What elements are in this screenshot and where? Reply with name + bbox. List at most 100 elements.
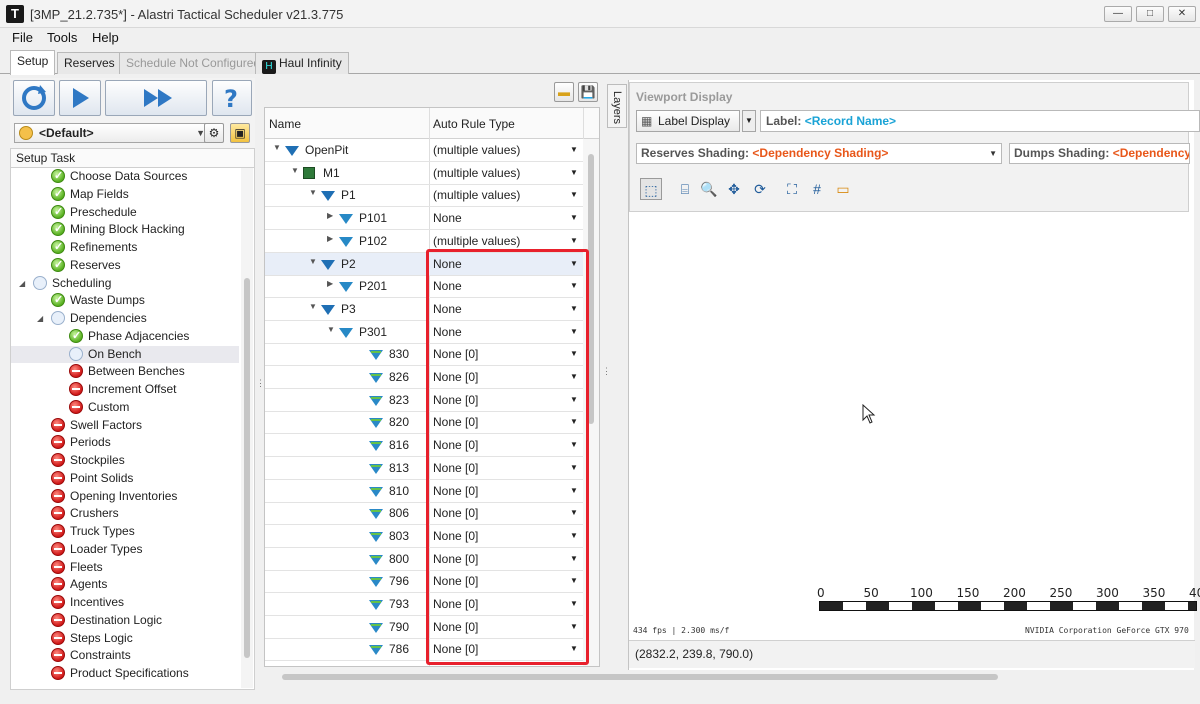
collapse-icon[interactable]: ▼ [309,188,317,197]
grid-row[interactable]: 823 None [0] ▼ [265,389,583,412]
auto-rule-cell[interactable]: None [0] [433,415,478,429]
layers-tab[interactable]: Layers [607,84,627,128]
run-all-button[interactable] [105,80,207,116]
chevron-down-icon[interactable]: ▼ [570,486,578,495]
task-item[interactable]: Opening Inventories [11,488,239,505]
grid-row[interactable]: ▶ P101 None ▼ [265,207,583,231]
task-item[interactable]: Point Solids [11,470,239,487]
notes-button[interactable]: ▣ [230,123,250,143]
task-item[interactable]: Swell Factors [11,417,239,434]
collapse-icon[interactable]: ▼ [291,166,299,175]
auto-rule-cell[interactable]: None [0] [433,484,478,498]
task-item[interactable]: Choose Data Sources [11,168,239,185]
expand-icon[interactable]: ▶ [327,211,333,220]
task-item[interactable]: Loader Types [11,541,239,558]
collapse-icon[interactable]: ▼ [327,325,335,334]
chevron-down-icon[interactable]: ▼ [570,576,578,585]
auto-rule-cell[interactable]: None [0] [433,461,478,475]
expand-icon[interactable]: ▶ [327,234,333,243]
chevron-down-icon[interactable]: ▼ [570,531,578,540]
grid-row[interactable]: 826 None [0] ▼ [265,366,583,389]
menu-help[interactable]: Help [92,30,119,45]
run-button[interactable] [59,80,101,116]
tab-reserves[interactable]: Reserves [57,52,122,74]
auto-rule-cell[interactable]: None [433,279,462,293]
pan-tool-button[interactable]: ✥ [723,178,745,200]
grid-row[interactable]: 816 None [0] ▼ [265,434,583,458]
auto-rule-cell[interactable]: None [0] [433,597,478,611]
chevron-down-icon[interactable]: ▼ [570,599,578,608]
open-folder-button[interactable]: ▬ [554,82,574,102]
grid-row[interactable]: 830 None [0] ▼ [265,343,583,367]
task-item[interactable]: Constraints [11,647,239,664]
auto-rule-cell[interactable]: None [0] [433,552,478,566]
tab-setup[interactable]: Setup [10,50,56,75]
task-item[interactable]: Custom [11,399,239,416]
grid-row[interactable]: ▼ OpenPit (multiple values) ▼ [265,139,583,162]
scrollbar-thumb[interactable] [244,278,250,658]
grid-row[interactable]: 786 None [0] ▼ [265,638,583,662]
grid-row[interactable]: 796 None [0] ▼ [265,570,583,594]
horizontal-scrollbar[interactable] [264,669,1190,685]
settings-button[interactable]: ⚙ [204,123,224,143]
task-item[interactable]: Steps Logic [11,630,239,647]
auto-rule-cell[interactable]: None [0] [433,642,478,656]
auto-rule-cell[interactable]: (multiple values) [433,234,520,248]
grid-row[interactable]: ▶ P102 (multiple values) ▼ [265,230,583,253]
auto-rule-cell[interactable]: None [0] [433,529,478,543]
task-item[interactable]: Crushers [11,505,239,522]
grid-row[interactable]: ▼ M1 (multiple values) ▼ [265,162,583,185]
chevron-down-icon[interactable]: ▼ [570,259,578,268]
chevron-down-icon[interactable]: ▼ [570,508,578,517]
chevron-down-icon[interactable]: ▼ [570,644,578,653]
grid-row[interactable]: ▼ P3 None ▼ [265,298,583,321]
auto-rule-cell[interactable]: None [433,257,462,271]
task-item[interactable]: ◢ Dependencies [11,310,239,327]
grid-row[interactable]: ▼ P2 None ▼ [265,252,583,276]
expand-icon[interactable]: ▶ [327,279,333,288]
refresh-button[interactable] [13,80,55,116]
collapse-icon[interactable]: ▼ [309,302,317,311]
select-tool-button[interactable]: ⬚ [640,178,662,200]
close-button[interactable]: ✕ [1168,6,1196,22]
grid-row[interactable]: 793 None [0] ▼ [265,593,583,616]
grid-row[interactable]: ▶ P201 None ▼ [265,275,583,299]
task-item[interactable]: Reserves [11,257,239,274]
column-header-auto-rule-type[interactable]: Auto Rule Type [433,117,515,131]
task-item[interactable]: On Bench [11,345,239,363]
task-item[interactable]: Refinements [11,239,239,256]
task-item[interactable]: Phase Adjacencies [11,328,239,345]
auto-rule-cell[interactable]: None [0] [433,574,478,588]
task-item[interactable]: ◢ Scheduling [11,275,239,292]
task-item[interactable]: Mining Block Hacking [11,221,239,238]
task-item[interactable]: Product Specifications [11,665,239,682]
task-item[interactable]: Preschedule [11,204,239,221]
reserves-shading-select[interactable]: Reserves Shading: <Dependency Shading> ▼ [636,143,1002,164]
chevron-down-icon[interactable]: ▼ [570,622,578,631]
task-item[interactable]: Destination Logic [11,612,239,629]
minimize-button[interactable]: — [1104,6,1132,22]
task-item[interactable]: Increment Offset [11,381,239,398]
auto-rule-cell[interactable]: None [433,211,462,225]
auto-rule-cell[interactable]: None [433,302,462,316]
chevron-down-icon[interactable]: ▼ [570,145,578,154]
auto-rule-cell[interactable]: None [0] [433,506,478,520]
grid-row[interactable]: 806 None [0] ▼ [265,502,583,526]
task-item[interactable]: Incentives [11,594,239,611]
grid-row[interactable]: ▼ P1 (multiple values) ▼ [265,184,583,208]
label-field[interactable]: Label: <Record Name> [760,110,1200,132]
chevron-down-icon[interactable]: ▼ [570,554,578,563]
tab-haul-infinity[interactable]: H Haul Infinity [255,52,349,74]
chevron-down-icon[interactable]: ▼ [570,304,578,313]
auto-rule-cell[interactable]: (multiple values) [433,188,520,202]
task-item[interactable]: Map Fields [11,186,239,203]
grid-row[interactable]: 813 None [0] ▼ [265,457,583,480]
column-header-name[interactable]: Name [269,117,301,131]
grid-row[interactable]: 790 None [0] ▼ [265,616,583,639]
grid-row[interactable]: 800 None [0] ▼ [265,548,583,571]
chevron-down-icon[interactable]: ▼ [570,395,578,404]
dumps-shading-select[interactable]: Dumps Shading: <Dependency Shading> [1009,143,1190,164]
chevron-down-icon[interactable]: ▼ [570,236,578,245]
task-item[interactable]: Stockpiles [11,452,239,469]
viewport[interactable]: Viewport Display Label Display ▼ Label: … [628,80,1200,670]
